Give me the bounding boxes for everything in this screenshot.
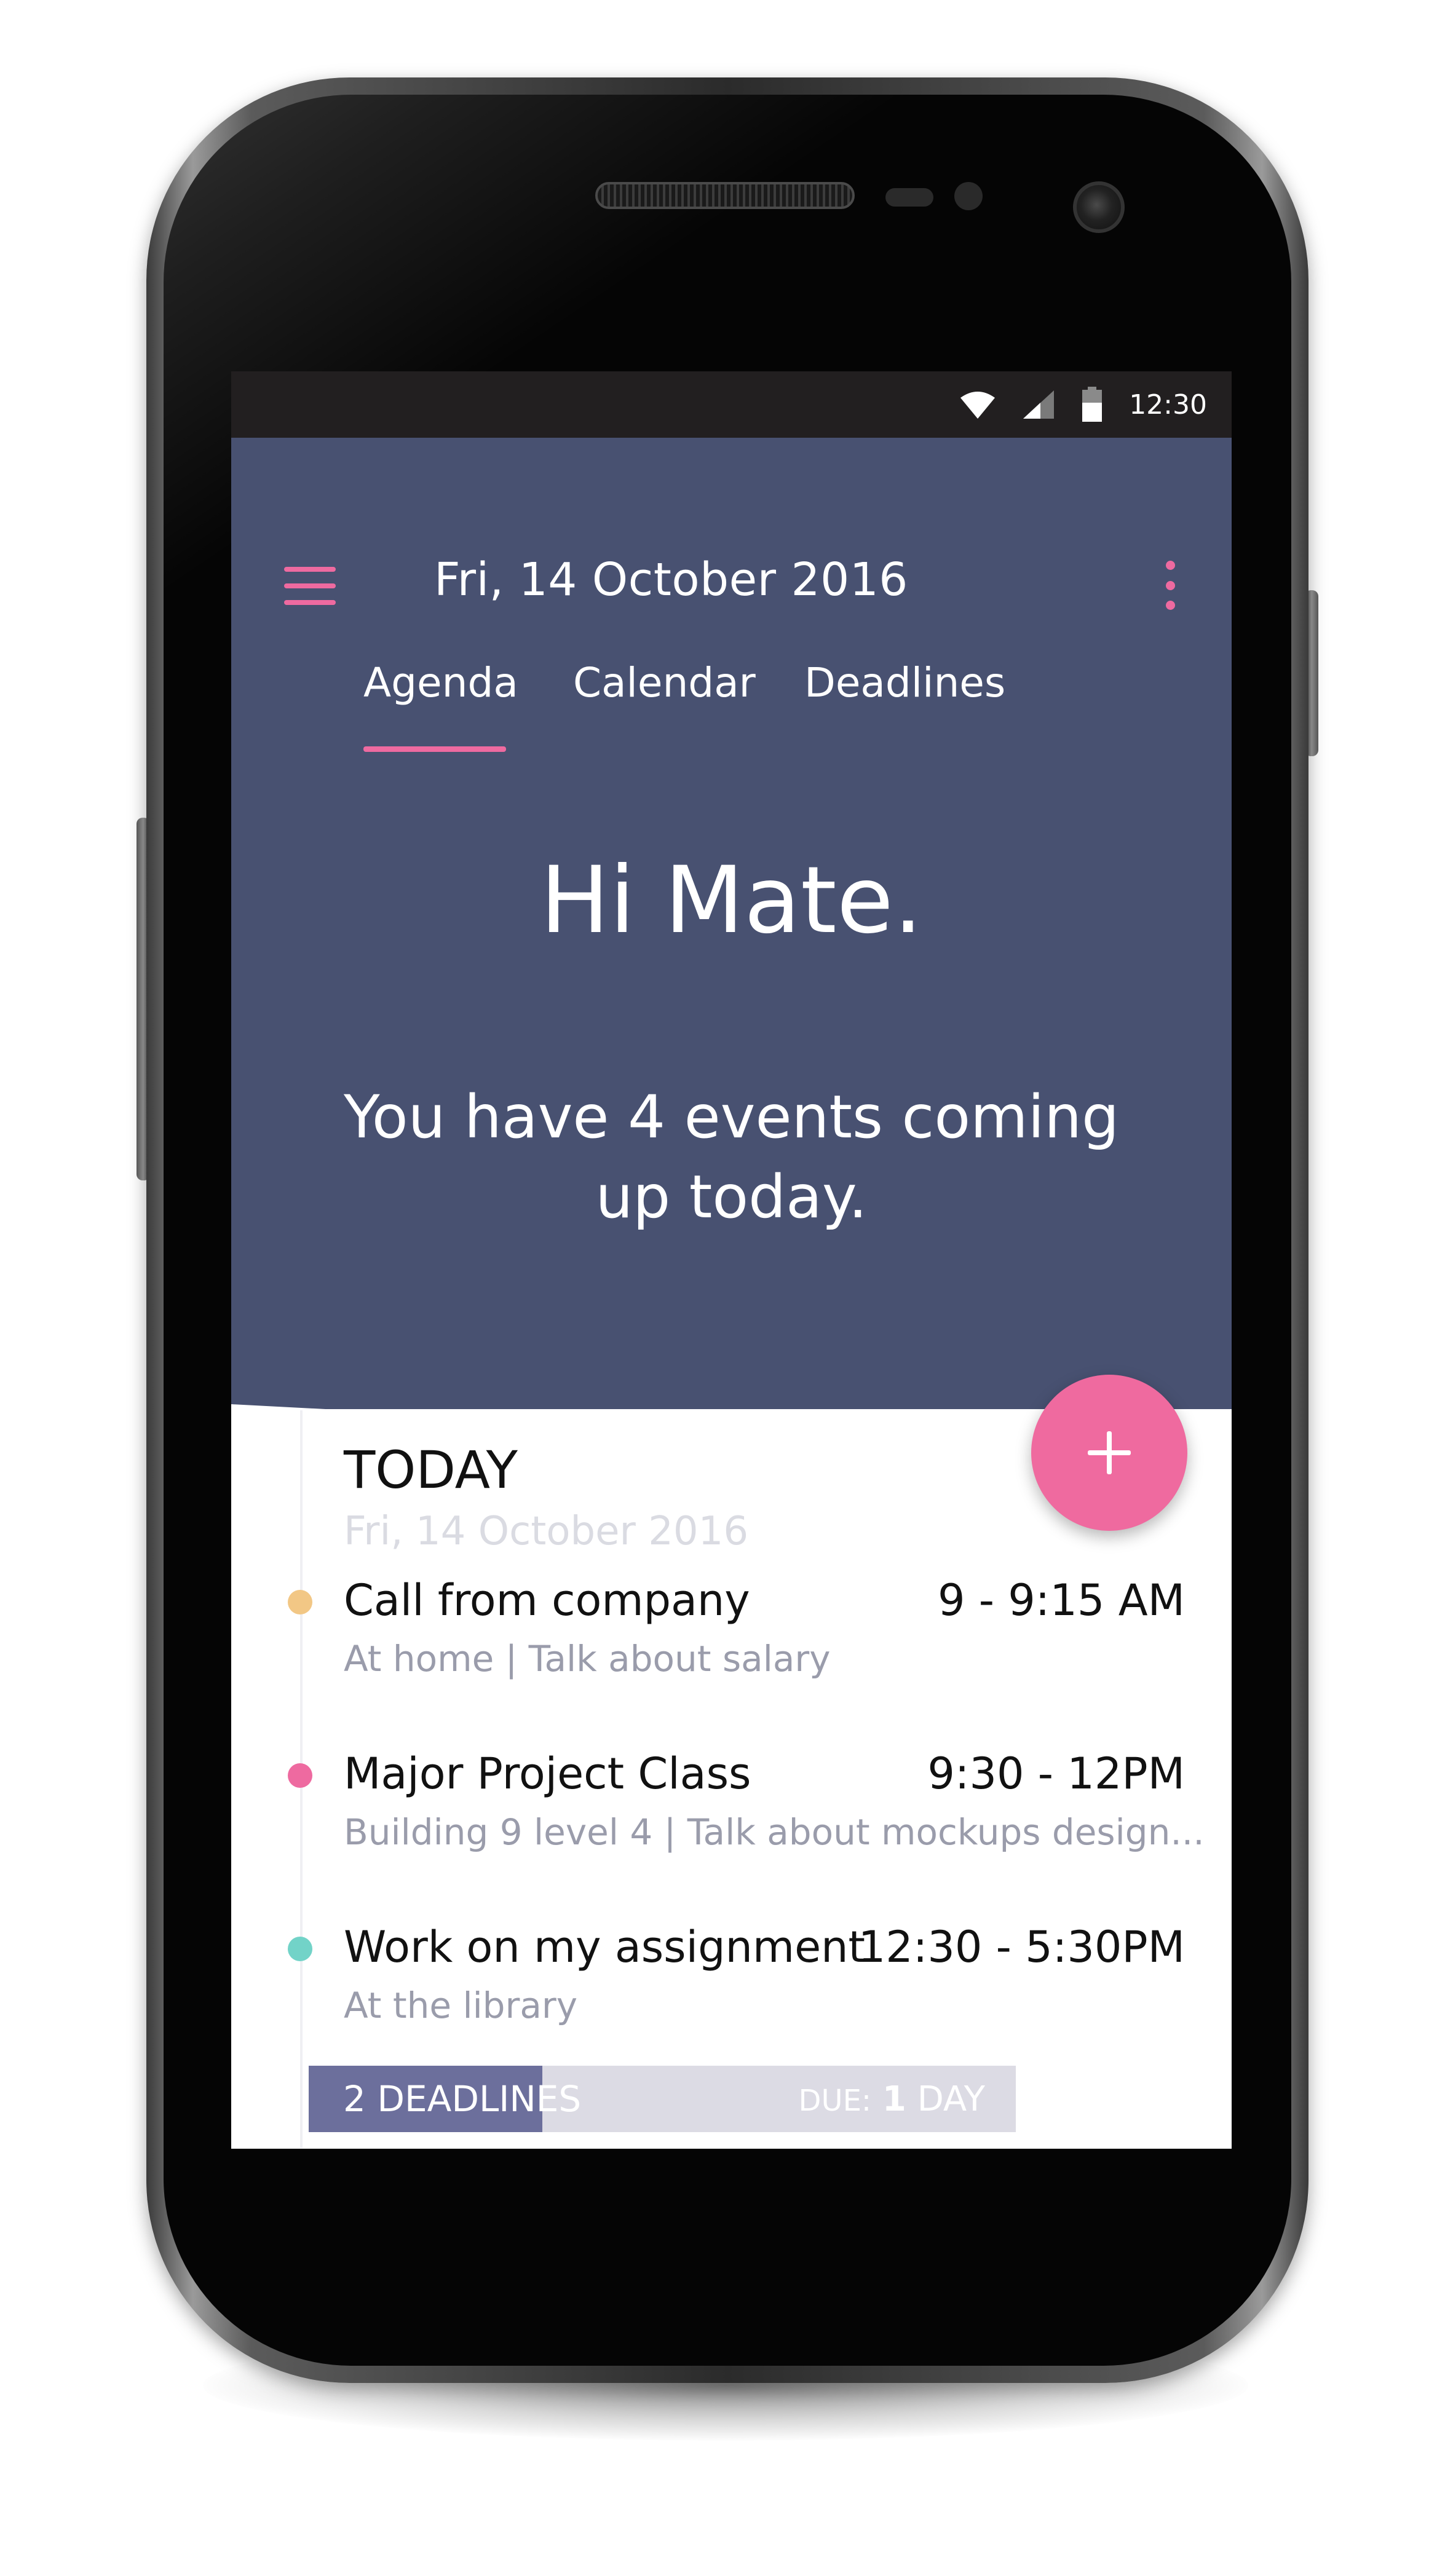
due-number: 1 [882,2079,906,2119]
status-icons: 12:30 [959,371,1207,438]
app-screen: 12:30 Fri, 14 October 2016 Agenda Calend… [231,371,1232,2149]
section-title: TODAY [344,1440,518,1500]
status-time: 12:30 [1129,389,1207,421]
front-camera [1073,181,1125,233]
wifi-icon [960,392,996,419]
event-dot [288,1590,312,1614]
plus-icon [1088,1431,1131,1474]
list-item[interactable]: Call from company 9 - 9:15 AM At home | … [231,1575,1232,1698]
phone-speaker [595,182,855,209]
active-tab-indicator [363,746,506,752]
add-event-button[interactable] [1031,1375,1187,1531]
cell-signal-icon [1023,390,1055,419]
event-subtitle: At home | Talk about salary [344,1638,831,1680]
event-subtitle: At the library [344,1985,578,2026]
tab-agenda[interactable]: Agenda [363,659,518,706]
phone-sensor [885,188,933,207]
deadlines-bar[interactable]: 2 DEADLINES DUE: 1 DAY [309,2066,1016,2132]
due-prefix: DUE: [798,2084,872,2118]
list-item[interactable]: Major Project Class 9:30 - 12PM Building… [231,1748,1232,1871]
event-title: Major Project Class [344,1748,751,1799]
event-title: Work on my assignment [344,1922,865,1972]
status-bar: 12:30 [231,371,1232,438]
event-subtitle: Building 9 level 4 | Talk about mockups … [344,1811,1205,1853]
deadlines-count: 2 DEADLINES [343,2078,582,2120]
events-summary: You have 4 events coming up today. [343,1083,1120,1231]
greeting-heading: Hi Mate. [540,847,923,954]
tab-calendar[interactable]: Calendar [573,659,756,706]
battery-icon [1082,387,1103,422]
event-title: Call from company [344,1575,750,1626]
section-date: Fri, 14 October 2016 [344,1509,749,1554]
event-time: 12:30 - 5:30PM [858,1922,1185,1972]
event-dot [288,1763,312,1788]
event-time: 9:30 - 12PM [927,1748,1185,1799]
phone-sensor [954,182,983,210]
hamburger-menu-icon[interactable] [284,567,336,605]
tab-deadlines[interactable]: Deadlines [804,659,1005,706]
deadlines-due: DUE: 1 DAY [799,2079,986,2119]
event-time: 9 - 9:15 AM [937,1575,1185,1626]
app-header: Fri, 14 October 2016 Agenda Calendar Dea… [231,438,1232,1409]
event-dot [288,1937,312,1961]
more-vertical-icon[interactable] [1161,561,1179,610]
due-unit: DAY [917,2079,985,2119]
list-item[interactable]: Work on my assignment 12:30 - 5:30PM At … [231,1922,1232,2045]
header-date-title: Fri, 14 October 2016 [434,553,908,606]
tab-bar: Agenda Calendar Deadlines [231,659,1232,739]
